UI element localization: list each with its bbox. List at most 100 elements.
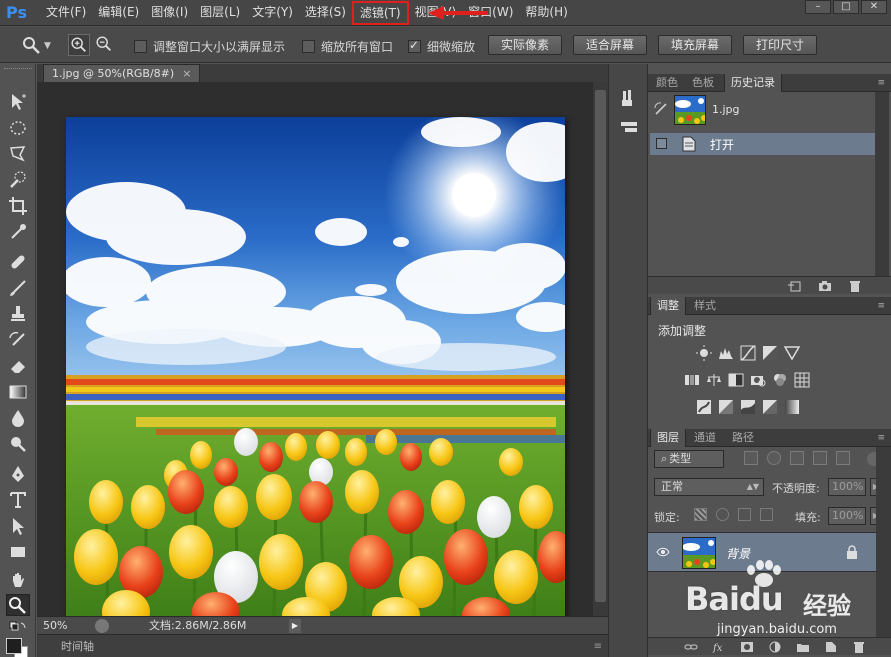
menu-file[interactable]: 文件(F) [40, 0, 92, 26]
gradient-tool-icon[interactable] [8, 382, 28, 402]
dodge-tool-icon[interactable] [8, 434, 28, 454]
type-tool-icon[interactable] [8, 490, 28, 510]
timeline-tab[interactable]: 时间轴 [61, 638, 94, 654]
type-layer-filter-icon[interactable] [790, 451, 804, 465]
menu-image[interactable]: 图像(I) [145, 0, 194, 26]
canvas-pasteboard[interactable] [37, 82, 593, 617]
adjustments-panel-menu-icon[interactable]: ≡ [877, 301, 885, 311]
camera-snapshot-icon[interactable] [818, 280, 832, 292]
tab-swatches[interactable]: 色板 [686, 74, 720, 92]
delete-layer-trash-icon[interactable] [852, 641, 866, 653]
blur-tool-icon[interactable] [8, 408, 28, 428]
swap-colors-icon[interactable] [8, 620, 28, 640]
zoom-out-button[interactable] [94, 34, 116, 56]
pixel-layer-filter-icon[interactable] [744, 451, 758, 465]
tab-adjustments[interactable]: 调整 [650, 297, 686, 315]
foreground-color-swatch[interactable] [6, 638, 22, 654]
zoom-tool-icon[interactable] [22, 36, 40, 54]
lock-position-icon[interactable] [738, 508, 751, 521]
healing-brush-tool-icon[interactable] [8, 252, 28, 272]
zoom-tool-active-icon[interactable] [6, 594, 30, 616]
levels-icon[interactable] [718, 345, 734, 361]
gradient-map-icon[interactable] [784, 399, 800, 415]
rectangle-tool-icon[interactable] [8, 542, 28, 562]
fit-screen-button[interactable]: 适合屏幕 [573, 35, 647, 55]
scrubby-zoom-checkbox-box[interactable] [408, 38, 421, 53]
tab-close-icon[interactable]: × [182, 67, 191, 80]
new-group-folder-icon[interactable] [796, 641, 810, 653]
document-tab[interactable]: 1.jpg @ 50%(RGB/8#) × [43, 64, 201, 82]
close-button[interactable]: ✕ [861, 0, 887, 14]
tulip-photo-canvas[interactable] [66, 117, 565, 617]
shape-layer-filter-icon[interactable] [813, 451, 827, 465]
link-layers-icon[interactable] [684, 641, 698, 653]
tab-channels[interactable]: 通道 [688, 429, 722, 447]
clone-stamp-tool-icon[interactable] [8, 304, 28, 324]
path-selection-tool-icon[interactable] [8, 516, 28, 536]
channel-mixer-icon[interactable] [772, 372, 788, 388]
exposure-icon[interactable] [762, 345, 778, 361]
color-balance-icon[interactable] [706, 372, 722, 388]
curves-icon[interactable] [740, 345, 756, 361]
lock-all-icon[interactable] [760, 508, 773, 521]
tool-presets-icon[interactable] [619, 116, 639, 136]
tab-paths[interactable]: 路径 [726, 429, 760, 447]
fit-window-checkbox-box[interactable] [134, 40, 147, 53]
eraser-tool-icon[interactable] [8, 356, 28, 376]
threshold-icon[interactable] [740, 399, 756, 415]
toolbar-grip[interactable] [4, 68, 32, 72]
lock-pixels-icon[interactable] [716, 508, 729, 521]
tab-styles[interactable]: 样式 [688, 297, 722, 315]
scrubby-zoom-checkbox[interactable]: 细微缩放 [408, 38, 475, 55]
status-info-icon[interactable] [95, 619, 109, 633]
crop-tool-icon[interactable] [8, 196, 28, 216]
tab-history[interactable]: 历史记录 [724, 74, 782, 92]
history-panel-menu-icon[interactable]: ≡ [877, 78, 885, 88]
lasso-tool-icon[interactable] [8, 144, 28, 164]
fit-window-checkbox[interactable]: 调整窗口大小以满屏显示 [134, 38, 285, 55]
brightness-contrast-icon[interactable] [696, 345, 712, 361]
history-brush-tool-icon[interactable] [8, 330, 28, 350]
history-brush-source-icon[interactable] [654, 102, 668, 116]
print-size-button[interactable]: 打印尺寸 [743, 35, 817, 55]
history-state-checkbox[interactable] [656, 138, 667, 149]
tab-layers[interactable]: 图层 [650, 429, 686, 447]
adjustment-layer-icon[interactable] [768, 641, 782, 653]
blend-mode-dropdown[interactable]: 正常 ▲▼ [654, 478, 764, 496]
maximize-button[interactable]: □ [833, 0, 859, 14]
quick-selection-tool-icon[interactable] [8, 170, 28, 190]
eyedropper-tool-icon[interactable] [8, 222, 28, 242]
menu-help[interactable]: 帮助(H) [519, 0, 573, 26]
tab-color[interactable]: 颜色 [650, 74, 684, 92]
brush-tool-icon[interactable] [8, 278, 28, 298]
zoom-level[interactable]: 50% [43, 617, 67, 634]
document-scroll-thumb[interactable] [595, 90, 606, 602]
posterize-icon[interactable] [718, 399, 734, 415]
history-snapshot-row[interactable]: 1.jpg [648, 92, 891, 132]
marquee-tool-icon[interactable] [8, 118, 28, 138]
vibrance-icon[interactable] [784, 345, 800, 361]
fill-field[interactable]: 100% [828, 507, 866, 525]
timeline-panel-menu-icon[interactable]: ≡ [594, 641, 602, 652]
opacity-field[interactable]: 100% [828, 478, 866, 496]
menu-layer[interactable]: 图层(L) [194, 0, 246, 26]
menu-edit[interactable]: 编辑(E) [92, 0, 145, 26]
color-lookup-icon[interactable] [794, 372, 810, 388]
zoom-all-checkbox-box[interactable] [302, 40, 315, 53]
selective-color-icon[interactable] [762, 399, 778, 415]
minimize-button[interactable]: – [805, 0, 831, 14]
menu-select[interactable]: 选择(S) [299, 0, 352, 26]
invert-icon[interactable] [696, 399, 712, 415]
adjustment-layer-filter-icon[interactable] [767, 451, 781, 465]
brush-presets-icon[interactable] [619, 88, 639, 108]
delete-trash-icon[interactable] [848, 280, 862, 292]
zoom-all-checkbox[interactable]: 缩放所有窗口 [302, 38, 393, 55]
hue-saturation-icon[interactable] [684, 372, 700, 388]
move-tool-icon[interactable] [8, 92, 28, 112]
pen-tool-icon[interactable] [8, 464, 28, 484]
smart-object-filter-icon[interactable] [836, 451, 850, 465]
history-scrollbar[interactable] [875, 92, 889, 276]
layer-filter-dropdown[interactable]: ⌕ 类型 [654, 450, 724, 468]
actual-pixels-button[interactable]: 实际像素 [488, 35, 562, 55]
new-document-from-state-icon[interactable] [788, 280, 802, 292]
